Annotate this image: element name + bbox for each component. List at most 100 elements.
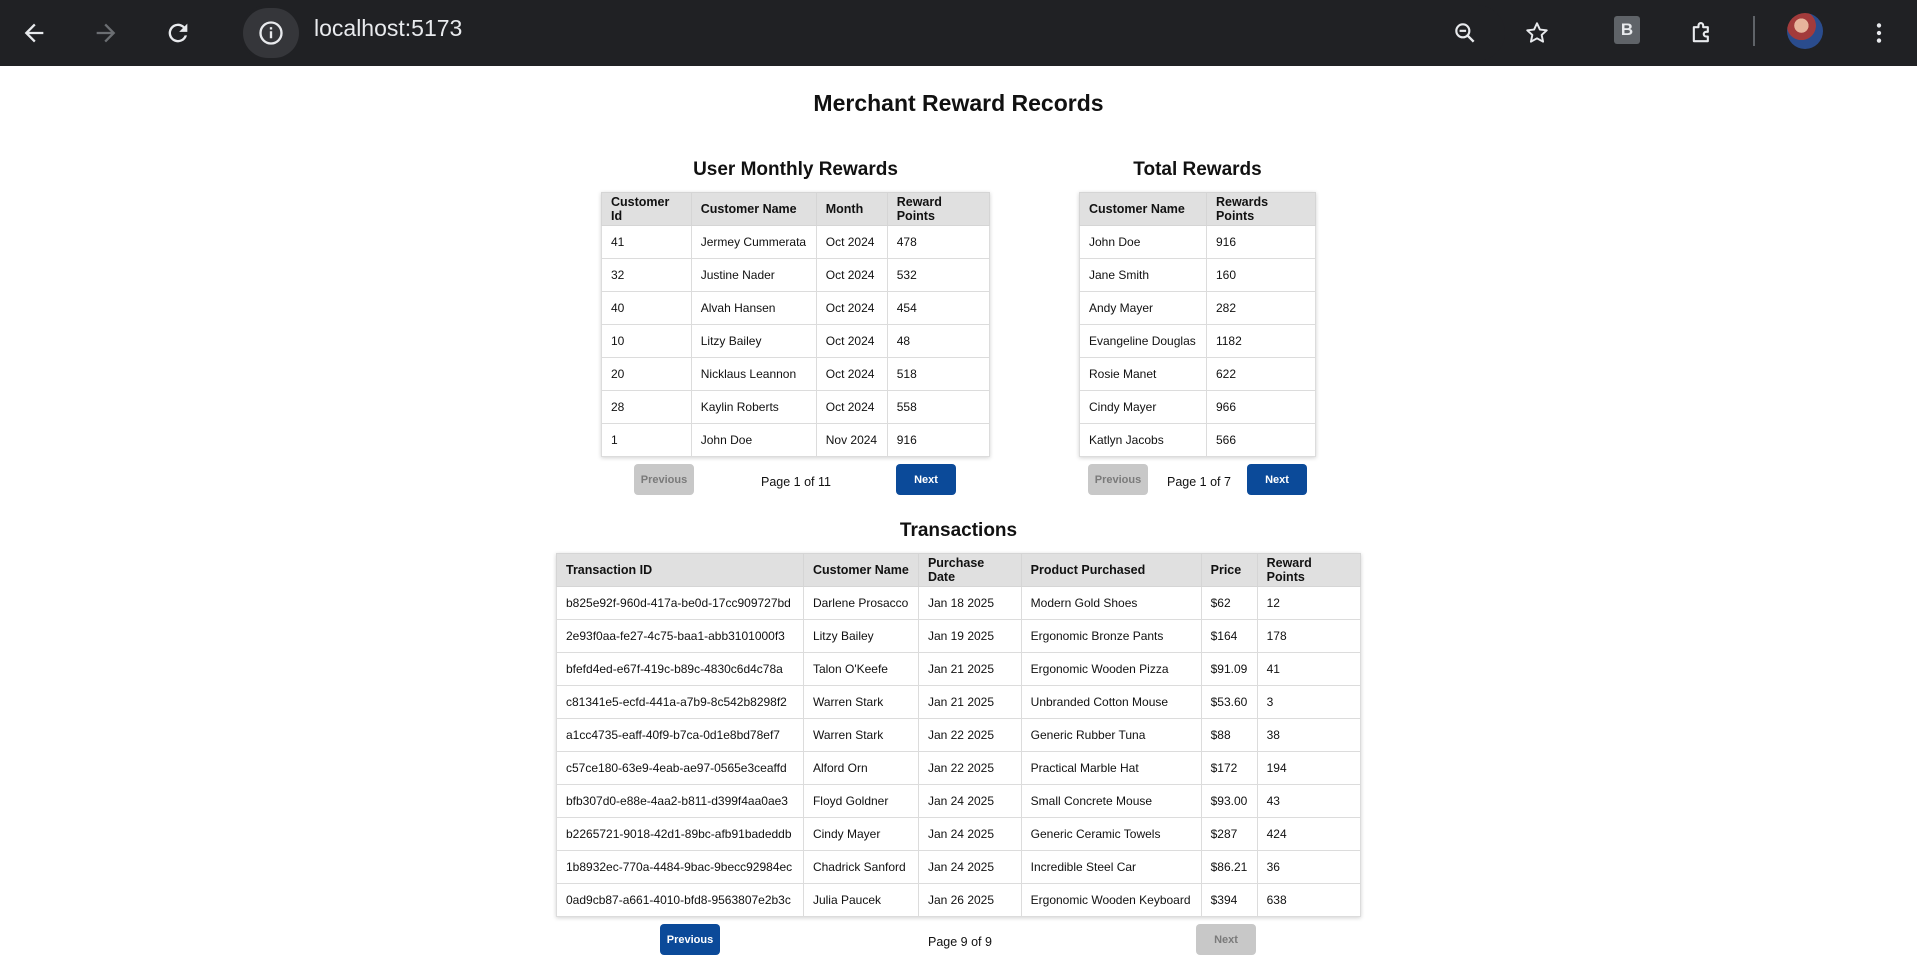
forward-button[interactable] (85, 12, 127, 54)
table-cell: $287 (1200, 817, 1258, 851)
table-cell: $93.00 (1200, 784, 1258, 818)
table-cell: Darlene Prosacco (802, 586, 919, 620)
table-cell: Modern Gold Shoes (1020, 586, 1202, 620)
table-cell: Generic Rubber Tuna (1020, 718, 1202, 752)
column-header: Customer Name (690, 192, 817, 226)
table-cell: $91.09 (1200, 652, 1258, 686)
table-header-row: Transaction ID Customer Name Purchase Date… (556, 553, 1362, 587)
column-header: Reward Points (1256, 553, 1362, 587)
table-cell: Jan 24 2025 (917, 784, 1022, 818)
table-cell: bfb307d0-e88e-4aa2-b811-d399f4aa0ae3 (556, 784, 804, 818)
table-row: 10 Litzy Bailey Oct 2024 48 (601, 324, 991, 358)
table-cell: Jan 22 2025 (917, 718, 1022, 752)
table-cell: $53.60 (1200, 685, 1258, 719)
table-cell: 1b8932ec-770a-4484-9bac-9becc92984ec (556, 850, 804, 884)
table-cell: Jan 19 2025 (917, 619, 1022, 653)
table-cell: 0ad9cb87-a661-4010-bfd8-9563807e2b3c (556, 883, 804, 917)
monthly-rewards-title: User Monthly Rewards (693, 159, 898, 180)
table-cell: Cindy Mayer (1079, 390, 1207, 424)
arrow-left-icon (24, 23, 44, 43)
table-row: 32 Justine Nader Oct 2024 532 (601, 258, 991, 292)
table-cell: Jan 22 2025 (917, 751, 1022, 785)
table-cell: 32 (601, 258, 692, 292)
table-cell: 532 (886, 258, 991, 292)
table-row: Andy Mayer 282 (1079, 291, 1317, 325)
column-header: Reward Points (886, 192, 991, 226)
reload-button[interactable] (157, 12, 199, 54)
table-cell: $394 (1200, 883, 1258, 917)
monthly-previous-button[interactable]: Previous (634, 464, 694, 495)
table-row: 0ad9cb87-a661-4010-bfd8-9563807e2b3c Juli… (556, 883, 1362, 917)
table-cell: 478 (886, 225, 991, 259)
table-row: a1cc4735-eaff-40f9-b7ca-0d1e8bd78ef7 Warr… (556, 718, 1362, 752)
table-cell: $62 (1200, 586, 1258, 620)
menu-button[interactable] (1860, 14, 1898, 52)
transactions-table: Transaction ID Customer Name Purchase Date… (556, 553, 1362, 917)
table-cell: 38 (1256, 718, 1362, 752)
table-cell: 2e93f0aa-fe27-4c75-baa1-abb3101000f3 (556, 619, 804, 653)
star-icon (1526, 22, 1548, 43)
table-cell: 41 (1256, 652, 1362, 686)
table-cell: Andy Mayer (1079, 291, 1207, 325)
table-cell: 282 (1205, 291, 1317, 325)
table-row: Katlyn Jacobs 566 (1079, 423, 1317, 457)
back-button[interactable] (13, 12, 55, 54)
table-row: Jane Smith 160 (1079, 258, 1317, 292)
table-cell: Evangeline Douglas (1079, 324, 1207, 358)
transactions-previous-button[interactable]: Previous (660, 924, 720, 955)
zoom-button[interactable] (1446, 14, 1484, 52)
table-cell: Chadrick Sanford (802, 850, 919, 884)
puzzle-icon (1692, 22, 1709, 43)
table-row: 28 Kaylin Roberts Oct 2024 558 (601, 390, 991, 424)
table-cell: Ergonomic Bronze Pants (1020, 619, 1202, 653)
extensions-button[interactable] (1683, 14, 1721, 52)
table-cell: Alvah Hansen (690, 291, 817, 325)
toolbar-divider (1753, 16, 1755, 46)
reload-icon (168, 23, 188, 43)
table-cell: Julia Paucek (802, 883, 919, 917)
url-text[interactable]: localhost:5173 (314, 15, 462, 42)
table-cell: a1cc4735-eaff-40f9-b7ca-0d1e8bd78ef7 (556, 718, 804, 752)
table-cell: 638 (1256, 883, 1362, 917)
column-header: Price (1200, 553, 1258, 587)
table-cell: c81341e5-ecfd-441a-a7b9-8c542b8298f2 (556, 685, 804, 719)
table-cell: Litzy Bailey (690, 324, 817, 358)
table-cell: 194 (1256, 751, 1362, 785)
table-cell: Warren Stark (802, 685, 919, 719)
table-cell: 178 (1256, 619, 1362, 653)
profile-avatar[interactable] (1787, 13, 1823, 49)
browser-toolbar: localhost:5173 B (0, 0, 1917, 66)
table-row: Cindy Mayer 966 (1079, 390, 1317, 424)
table-row: bfb307d0-e88e-4aa2-b811-d399f4aa0ae3 Floy… (556, 784, 1362, 818)
column-header: Product Purchased (1020, 553, 1202, 587)
table-cell: John Doe (1079, 225, 1207, 259)
transactions-next-button[interactable]: Next (1196, 924, 1256, 955)
table-row: 41 Jermey Cummerata Oct 2024 478 (601, 225, 991, 259)
extension-b-button[interactable]: B (1614, 16, 1640, 44)
table-cell: $88 (1200, 718, 1258, 752)
table-header-row: Customer Id Customer Name Month Reward Poin… (601, 192, 991, 226)
table-cell: 454 (886, 291, 991, 325)
table-cell: Jan 26 2025 (917, 883, 1022, 917)
table-row: bfefd4ed-e67f-419c-b89c-4830c6d4c78a Talo… (556, 652, 1362, 686)
table-cell: 48 (886, 324, 991, 358)
table-cell: Alford Orn (802, 751, 919, 785)
table-cell: b825e92f-960d-417a-be0d-17cc909727bd (556, 586, 804, 620)
column-header: Purchase Date (917, 553, 1022, 587)
table-cell: Rosie Manet (1079, 357, 1207, 391)
table-cell: Oct 2024 (815, 390, 888, 424)
table-cell: 916 (886, 423, 991, 457)
table-cell: Floyd Goldner (802, 784, 919, 818)
table-cell: Cindy Mayer (802, 817, 919, 851)
table-cell: Jane Smith (1079, 258, 1207, 292)
total-next-button[interactable]: Next (1247, 464, 1307, 495)
transactions-page-indicator: Page 9 of 9 (928, 935, 992, 949)
site-info-button[interactable] (243, 8, 299, 58)
monthly-next-button[interactable]: Next (896, 464, 956, 495)
page-title: Merchant Reward Records (813, 90, 1104, 116)
total-previous-button[interactable]: Previous (1088, 464, 1148, 495)
total-rewards-table: Customer Name Rewards Points John Doe 916 J… (1079, 192, 1317, 457)
column-header: Month (815, 192, 888, 226)
bookmark-button[interactable] (1518, 14, 1556, 52)
table-cell: 160 (1205, 258, 1317, 292)
